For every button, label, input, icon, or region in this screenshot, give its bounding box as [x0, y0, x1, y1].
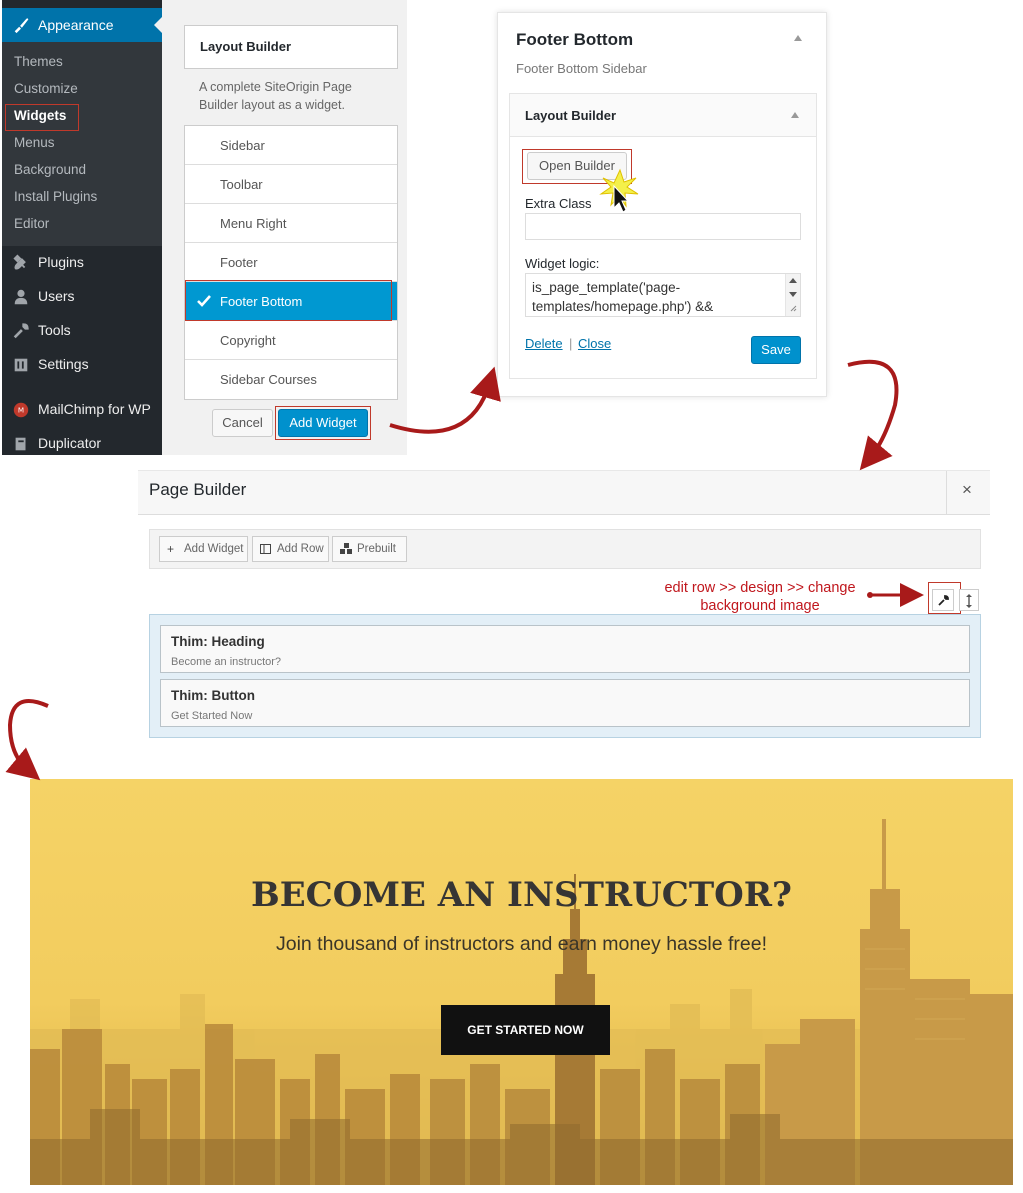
- wrench-icon: [13, 323, 29, 339]
- page-builder-title: Page Builder: [149, 480, 247, 499]
- sidebar-option[interactable]: Copyright: [185, 321, 397, 360]
- extra-class-label: Extra Class: [525, 196, 592, 211]
- plugin-icon: [13, 254, 26, 270]
- close-link[interactable]: Close: [578, 336, 611, 351]
- sidebar-option[interactable]: Menu Right: [185, 204, 397, 243]
- annotation-line: background image: [700, 598, 820, 614]
- duplicator-icon: [15, 437, 26, 451]
- appearance-submenu: Themes Customize Widgets Menus Backgroun…: [2, 42, 162, 246]
- sidebar-option[interactable]: Toolbar: [185, 165, 397, 204]
- widget-description: A complete SiteOrigin Page Builder layou…: [199, 80, 352, 112]
- widget-name: Layout Builder: [200, 39, 292, 54]
- menu-plugins-label: Plugins: [38, 254, 84, 270]
- close-icon[interactable]: ×: [962, 480, 972, 500]
- toolbar-button-label: Add Row: [277, 543, 324, 555]
- widget-name-box[interactable]: Layout Builder: [184, 25, 398, 69]
- add-widget-highlight-box: [275, 406, 371, 440]
- menu-mailchimp-label: MailChimp for WP: [38, 401, 151, 417]
- sidebar-list: Sidebar Toolbar Menu Right Footer Footer…: [184, 125, 398, 400]
- widget-logic-label: Widget logic:: [525, 256, 600, 271]
- submenu-editor[interactable]: Editor: [14, 216, 49, 231]
- add-row-toolbar-button[interactable]: Add Row: [252, 536, 329, 562]
- edit-row-highlight-box: [928, 582, 961, 614]
- menu-users[interactable]: Users: [2, 282, 162, 312]
- sidebar-title: Footer Bottom: [516, 30, 634, 49]
- sidebar-subtitle: Footer Bottom Sidebar: [516, 61, 647, 76]
- page-builder-header: [138, 470, 990, 515]
- arrow-icon: [847, 359, 899, 471]
- columns-icon: [260, 544, 271, 554]
- header-divider: [946, 471, 947, 514]
- svg-text:M: M: [18, 406, 24, 415]
- open-builder-highlight-box: [522, 149, 632, 184]
- menu-settings[interactable]: Settings: [2, 350, 162, 380]
- move-vertical-icon: [966, 594, 972, 608]
- builder-widget-title: Thim: Button: [171, 688, 255, 703]
- widget-title: Layout Builder: [525, 108, 617, 123]
- hero-subtitle: Join thousand of instructors and earn mo…: [275, 933, 768, 955]
- submenu-themes[interactable]: Themes: [14, 54, 63, 69]
- hero-title: BECOME AN INSTRUCTOR?: [251, 875, 792, 915]
- arrow-icon: [5, 699, 49, 781]
- toolbar-button-label: Prebuilt: [357, 543, 396, 555]
- widget-logic-value: is_page_template('page-templates/homepag…: [532, 280, 714, 314]
- submenu-menus[interactable]: Menus: [14, 135, 55, 150]
- sidebar-option-label: Sidebar Courses: [220, 372, 317, 387]
- builder-widget-description: Become an instructor?: [171, 656, 282, 668]
- submenu-background[interactable]: Background: [14, 162, 86, 177]
- move-row-button[interactable]: [959, 589, 979, 611]
- scroll-arrows-icon: [789, 278, 797, 312]
- hero-section: BECOME AN INSTRUCTOR? Join thousand of i…: [30, 779, 1013, 1185]
- annotation-text: edit row >> design >> change background …: [625, 579, 895, 615]
- sidebar-option-label: Copyright: [220, 333, 276, 348]
- widgets-highlight-box: [5, 104, 79, 131]
- collapse-widget-icon[interactable]: [791, 112, 799, 118]
- submenu-customize[interactable]: Customize: [14, 81, 78, 96]
- menu-appearance[interactable]: Appearance: [2, 8, 162, 42]
- add-widget-toolbar-button[interactable]: + Add Widget: [159, 536, 248, 562]
- save-button[interactable]: Save: [751, 336, 801, 364]
- settings-icon: [14, 358, 28, 372]
- menu-duplicator-label: Duplicator: [38, 435, 102, 451]
- get-started-button[interactable]: GET STARTED NOW: [441, 1005, 610, 1055]
- sidebar-option[interactable]: Sidebar: [185, 126, 397, 165]
- builder-widget[interactable]: Thim: Heading Become an instructor?: [160, 625, 970, 673]
- menu-settings-label: Settings: [38, 356, 89, 372]
- builder-widget-description: Get Started Now: [171, 710, 253, 722]
- prebuilt-icon: [340, 543, 352, 554]
- link-separator: |: [569, 336, 573, 351]
- cancel-button[interactable]: Cancel: [212, 409, 273, 437]
- sidebar-option[interactable]: Footer: [185, 243, 397, 282]
- sidebar-option-label: Menu Right: [220, 216, 287, 231]
- textarea-scrollbar[interactable]: [785, 274, 800, 316]
- prebuilt-toolbar-button[interactable]: Prebuilt: [332, 536, 407, 562]
- builder-widget[interactable]: Thim: Button Get Started Now: [160, 679, 970, 727]
- paintbrush-icon: [14, 18, 29, 34]
- menu-mailchimp[interactable]: M MailChimp for WP: [2, 395, 162, 425]
- menu-plugins[interactable]: Plugins: [2, 248, 162, 278]
- wp-admin-sidebar: Appearance Themes Customize Widgets Menu…: [2, 0, 162, 455]
- selected-sidebar-highlight-box: [185, 280, 392, 321]
- submenu-install-plugins[interactable]: Install Plugins: [14, 189, 97, 204]
- sidebar-option-label: Sidebar: [220, 138, 265, 153]
- menu-appearance-label: Appearance: [38, 17, 114, 33]
- sidebar-option-label: Footer: [220, 255, 258, 270]
- builder-widget-title: Thim: Heading: [171, 634, 265, 649]
- extra-class-input[interactable]: [525, 213, 801, 240]
- toolbar-button-label: Add Widget: [184, 543, 244, 555]
- plus-icon: +: [167, 542, 175, 556]
- menu-users-label: Users: [38, 288, 75, 304]
- users-icon: [14, 289, 28, 305]
- annotation-line: edit row >> design >> change: [664, 580, 856, 596]
- menu-tools-label: Tools: [38, 322, 71, 338]
- city-skyline-image: [30, 779, 1013, 1185]
- sidebar-option[interactable]: Sidebar Courses: [185, 360, 397, 399]
- menu-duplicator[interactable]: Duplicator: [2, 429, 162, 459]
- collapse-sidebar-icon[interactable]: [794, 35, 802, 41]
- delete-link[interactable]: Delete: [525, 336, 563, 351]
- mailchimp-icon: M: [13, 402, 29, 418]
- sidebar-option-label: Toolbar: [220, 177, 263, 192]
- menu-tools[interactable]: Tools: [2, 316, 162, 346]
